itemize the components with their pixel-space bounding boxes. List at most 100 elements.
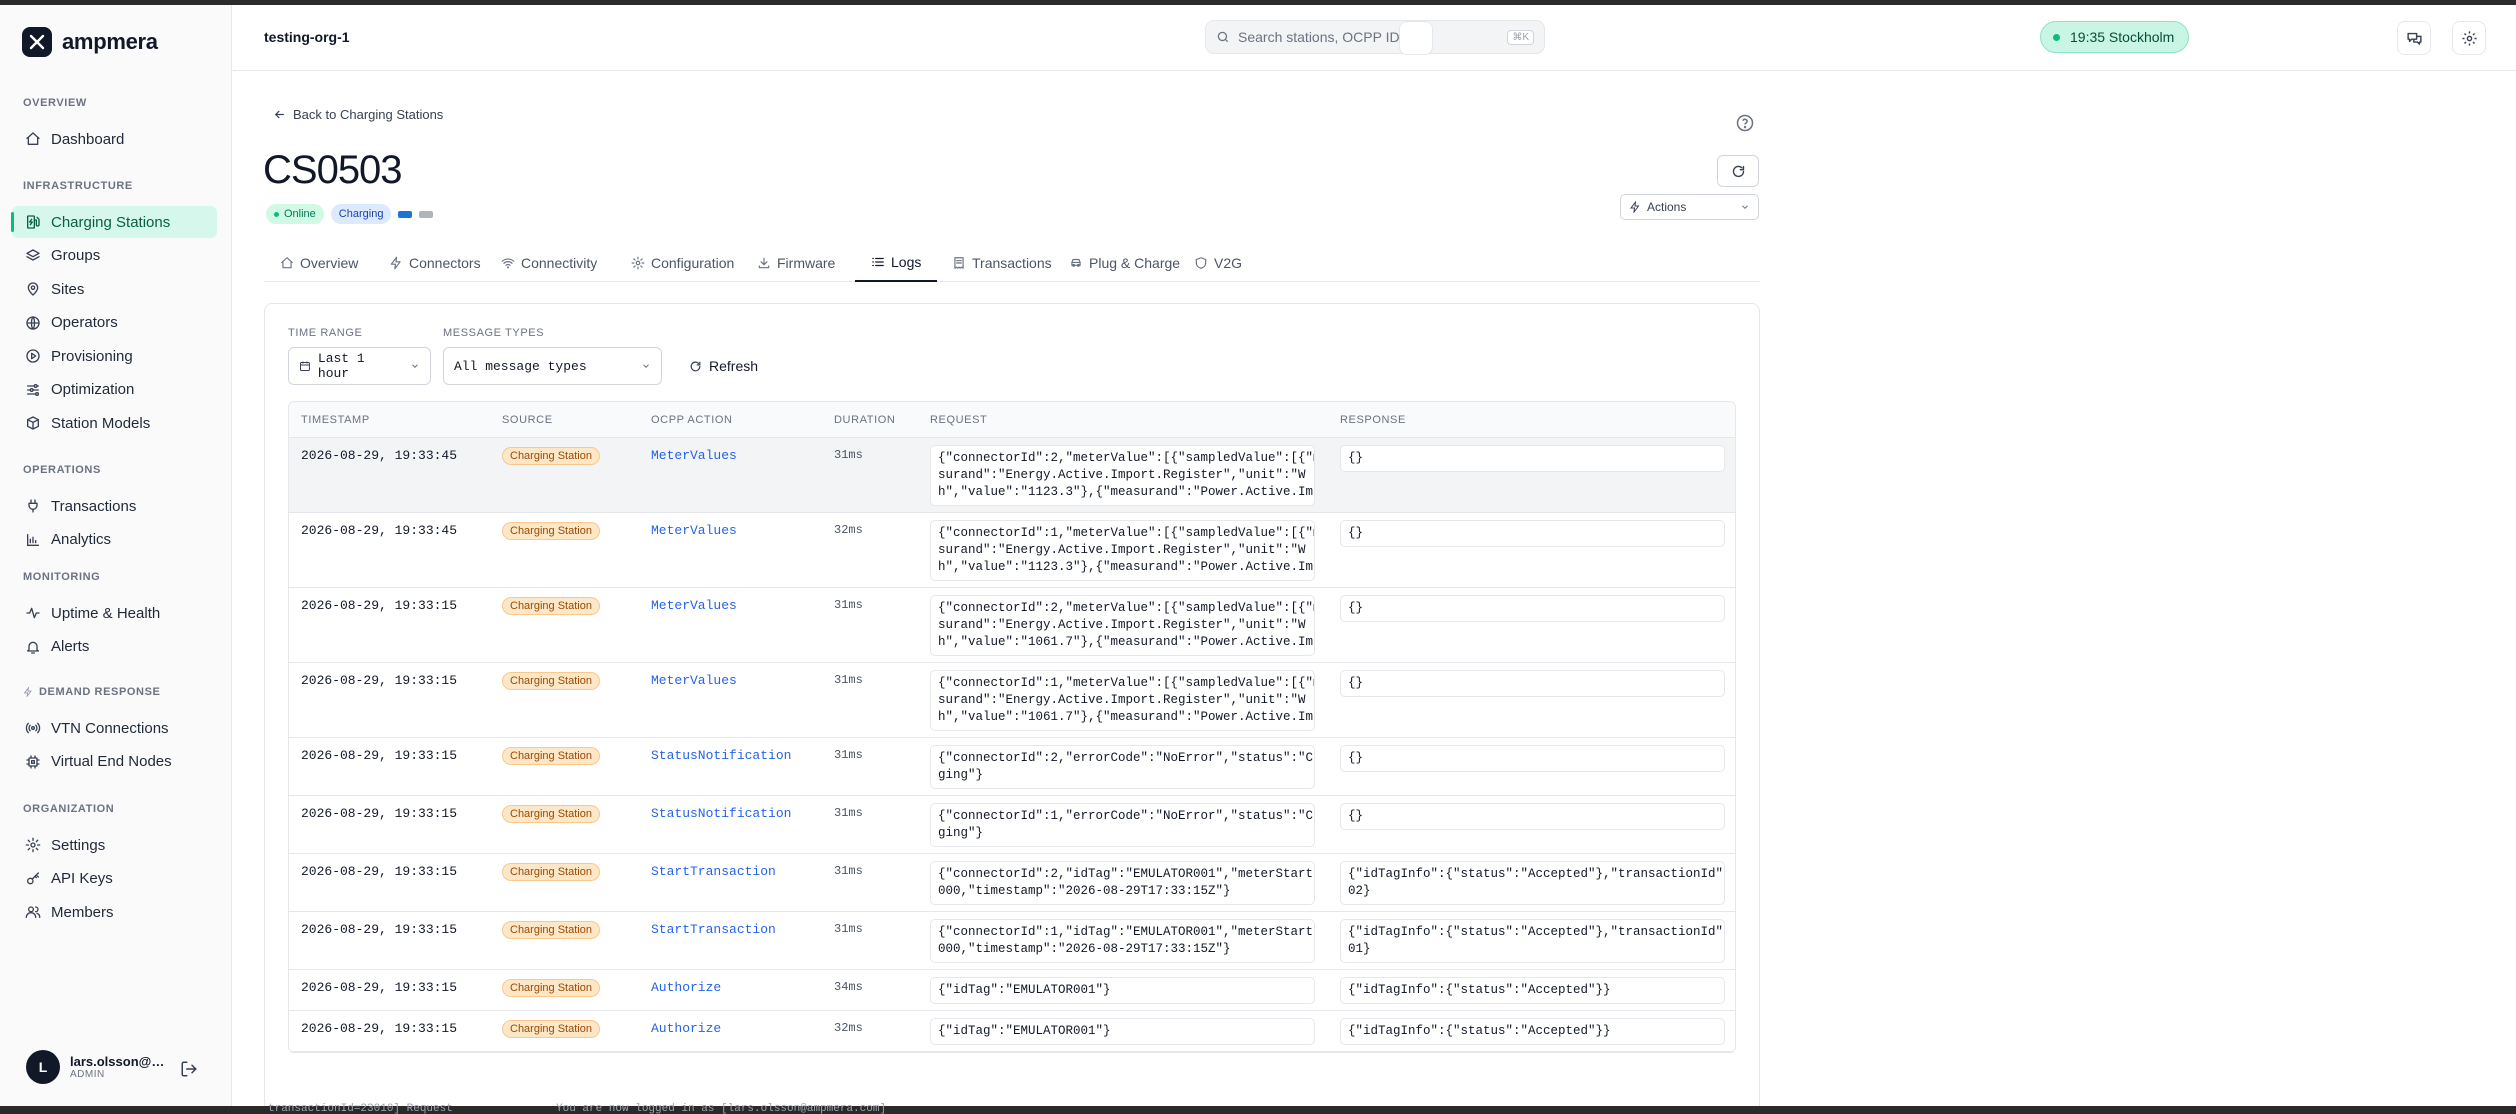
tab-firmware[interactable]: Firmware	[757, 244, 835, 282]
ocpp-action-link[interactable]: StatusNotification	[651, 806, 791, 821]
table-row[interactable]: 2026-08-29, 19:33:15 Charging Station Mete…	[289, 588, 1735, 663]
brand-logo[interactable]: ampmera	[22, 27, 158, 57]
response-payload[interactable]: {}	[1340, 803, 1725, 830]
refresh-icon	[1732, 165, 1744, 177]
table-row[interactable]: 2026-08-29, 19:33:15 Charging Station Stat…	[289, 796, 1735, 854]
response-payload[interactable]: {"idTagInfo":{"status":"Accepted"}}	[1340, 977, 1725, 1004]
sidebar-item-members[interactable]: Members	[12, 896, 217, 928]
tab-label: Firmware	[777, 255, 836, 271]
back-link-label: Back to Charging Stations	[293, 107, 444, 122]
response-payload[interactable]: {}	[1340, 595, 1725, 622]
tab-overview[interactable]: Overview	[280, 244, 358, 282]
sidebar-item-provisioning[interactable]: Provisioning	[12, 340, 217, 372]
sidebar-item-dashboard[interactable]: Dashboard	[12, 123, 217, 155]
sidebar-item-uptime-health[interactable]: Uptime & Health	[12, 597, 217, 629]
tab-v2g[interactable]: V2G	[1194, 244, 1242, 282]
response-payload[interactable]: {}	[1340, 445, 1725, 472]
message-types-select[interactable]: All message types	[443, 347, 662, 385]
sidebar-item-vtn-connections[interactable]: VTN Connections	[12, 712, 217, 744]
sidebar-item-analytics[interactable]: Analytics	[12, 524, 217, 556]
response-payload[interactable]: {}	[1340, 670, 1725, 697]
request-payload[interactable]: {"idTag":"EMULATOR001"}	[930, 977, 1315, 1004]
sidebar-item-label: Transactions	[51, 497, 137, 515]
nav-section-operations: OPERATIONS	[23, 464, 101, 476]
tab-transactions[interactable]: Transactions	[952, 244, 1052, 282]
search-placeholder: Search stations, OCPP IDs...	[1238, 29, 1419, 45]
table-row[interactable]: 2026-08-29, 19:33:15 Charging Station Stat…	[289, 738, 1735, 796]
column-header-source[interactable]: SOURCE	[502, 414, 553, 426]
tab-logs[interactable]: Logs	[855, 244, 938, 282]
settings-button[interactable]	[2452, 21, 2486, 55]
sidebar-item-operators[interactable]: Operators	[12, 307, 217, 339]
search-input[interactable]: Search stations, OCPP IDs... ⌘K	[1205, 20, 1545, 54]
sidebar-item-alerts[interactable]: Alerts	[12, 631, 217, 663]
request-payload[interactable]: {"idTag":"EMULATOR001"}	[930, 1018, 1315, 1045]
sidebar-item-sites[interactable]: Sites	[12, 273, 217, 305]
table-row[interactable]: 2026-08-29, 19:33:45 Charging Station Mete…	[289, 513, 1735, 588]
request-payload[interactable]: {"connectorId":1,"idTag":"EMULATOR001","…	[930, 919, 1315, 963]
column-header-timestamp[interactable]: TIMESTAMP	[301, 414, 370, 426]
sidebar-item-virtual-end-nodes[interactable]: Virtual End Nodes	[12, 746, 217, 778]
request-payload[interactable]: {"connectorId":2,"meterValue":[{"sampled…	[930, 595, 1315, 656]
sidebar-item-groups[interactable]: Groups	[12, 240, 217, 272]
request-payload[interactable]: {"connectorId":1,"meterValue":[{"sampled…	[930, 670, 1315, 731]
column-header-response[interactable]: RESPONSE	[1340, 414, 1406, 426]
bolt-icon	[23, 687, 32, 697]
column-header-duration[interactable]: DURATION	[834, 414, 895, 426]
ocpp-action-link[interactable]: MeterValues	[651, 673, 737, 688]
response-payload[interactable]: {"idTagInfo":{"status":"Accepted"},"tran…	[1340, 861, 1725, 905]
sidebar-item-transactions[interactable]: Transactions	[12, 490, 217, 522]
online-badge: Online	[266, 204, 324, 224]
table-row[interactable]: 2026-08-29, 19:33:45 Charging Station Mete…	[289, 438, 1735, 513]
ocpp-action-link[interactable]: Authorize	[651, 980, 721, 995]
source-badge: Charging Station	[502, 979, 600, 997]
sidebar-item-settings[interactable]: Settings	[12, 829, 217, 861]
time-range-select[interactable]: Last 1 hour	[288, 347, 431, 385]
response-payload[interactable]: {}	[1340, 745, 1725, 772]
response-payload[interactable]: {"idTagInfo":{"status":"Accepted"}}	[1340, 1018, 1725, 1045]
table-row[interactable]: 2026-08-29, 19:33:15 Charging Station Auth…	[289, 970, 1735, 1011]
charging-badge: Charging	[330, 204, 392, 224]
ocpp-action-link[interactable]: Authorize	[651, 1021, 721, 1036]
request-payload[interactable]: {"connectorId":1,"meterValue":[{"sampled…	[930, 520, 1315, 581]
ocpp-action-link[interactable]: StartTransaction	[651, 922, 776, 937]
car-icon	[1071, 258, 1081, 267]
request-payload[interactable]: {"connectorId":2,"idTag":"EMULATOR001","…	[930, 861, 1315, 905]
tab-connectors[interactable]: Connectors	[389, 244, 481, 282]
tab-configuration[interactable]: Configuration	[631, 244, 734, 282]
ocpp-action-link[interactable]: StatusNotification	[651, 748, 791, 763]
ocpp-action-link[interactable]: MeterValues	[651, 448, 737, 463]
sidebar-item-optimization[interactable]: Optimization	[12, 374, 217, 406]
help-icon[interactable]	[1736, 114, 1754, 132]
org-switcher[interactable]: testing-org-1	[264, 29, 350, 45]
back-link[interactable]: Back to Charging Stations	[273, 107, 443, 122]
request-payload[interactable]: {"connectorId":2,"errorCode":"NoError","…	[930, 745, 1315, 789]
sidebar-item-charging-stations[interactable]: Charging Stations	[11, 206, 217, 238]
sidebar-item-station-models[interactable]: Station Models	[12, 407, 217, 439]
ocpp-action-link[interactable]: StartTransaction	[651, 864, 776, 879]
response-payload[interactable]: {"idTagInfo":{"status":"Accepted"},"tran…	[1340, 919, 1725, 963]
table-row[interactable]: 2026-08-29, 19:33:15 Charging Station Star…	[289, 912, 1735, 970]
table-row[interactable]: 2026-08-29, 19:33:15 Charging Station Star…	[289, 854, 1735, 912]
messages-button[interactable]	[1399, 21, 1433, 55]
column-header-request[interactable]: REQUEST	[930, 414, 987, 426]
table-row[interactable]: 2026-08-29, 19:33:15 Charging Station Mete…	[289, 663, 1735, 738]
column-header-ocpp-action[interactable]: OCPP ACTION	[651, 414, 733, 426]
actions-dropdown[interactable]: Actions	[1620, 194, 1759, 220]
response-payload[interactable]: {}	[1340, 520, 1725, 547]
sidebar-item-api-keys[interactable]: API Keys	[12, 863, 217, 895]
request-payload[interactable]: {"connectorId":1,"errorCode":"NoError","…	[930, 803, 1315, 847]
request-payload[interactable]: {"connectorId":2,"meterValue":[{"sampled…	[930, 445, 1315, 506]
refresh-logs-button[interactable]: Refresh	[689, 358, 758, 374]
user-profile[interactable]: L lars.olsson@a... ADMIN	[26, 1050, 165, 1084]
table-row[interactable]: 2026-08-29, 19:33:15 Charging Station Auth…	[289, 1011, 1735, 1052]
ocpp-action-link[interactable]: MeterValues	[651, 523, 737, 538]
ocpp-action-link[interactable]: MeterValues	[651, 598, 737, 613]
response-line: {"idTagInfo":{"status":"Accepted"}}	[1348, 1024, 1611, 1038]
refresh-station-button[interactable]	[1717, 155, 1759, 187]
messages-button[interactable]	[2397, 21, 2431, 55]
tab-connectivity[interactable]: Connectivity	[501, 244, 597, 282]
logout-icon[interactable]	[180, 1060, 198, 1078]
logs-table-body: 2026-08-29, 19:33:45 Charging Station Mete…	[289, 438, 1735, 1052]
tab-plug-charge[interactable]: Plug & Charge	[1069, 244, 1180, 282]
